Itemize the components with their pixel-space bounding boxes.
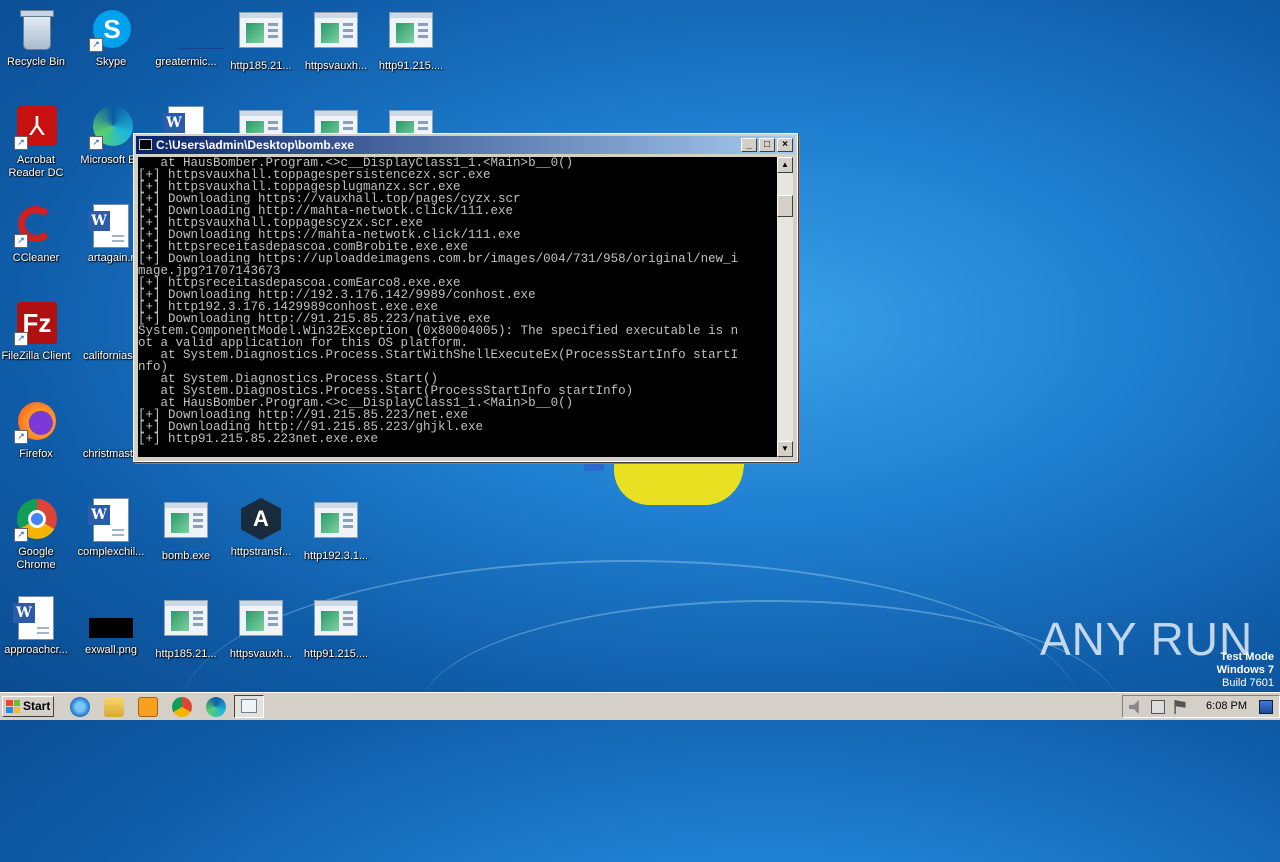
wallpaper-logo-yellow [608,455,746,505]
console-output[interactable]: at HausBomber.Program.<>c__DisplayClass1… [138,157,779,457]
word-document-icon: W [88,204,133,248]
executable-icon [164,600,208,644]
desktop-icon-approachcr[interactable]: W approachcr... [0,596,74,657]
filezilla-icon: Fz ↗ [14,302,58,346]
show-desktop-icon[interactable] [1259,700,1273,714]
desktop-icon-complexchil[interactable]: W complexchil... [73,498,149,559]
scroll-down-button[interactable]: ▼ [777,441,793,457]
taskbar-console-button[interactable] [234,695,264,718]
desktop-icon-http185-2[interactable]: http185.21... [148,596,224,661]
window-controls: _ □ × [741,138,793,152]
minimize-button[interactable]: _ [741,138,757,152]
executable-icon [164,502,208,546]
taskbar: Start 6:08 PM [0,692,1280,720]
console-line: at System.Diagnostics.Process.StartWithS… [138,348,739,362]
desktop-icon-bomb-exe[interactable]: bomb.exe [148,498,224,563]
volume-icon[interactable] [1129,700,1139,714]
console-taskbar-icon [241,699,257,713]
explorer-folder-icon[interactable] [104,697,124,717]
desktop-icon-filezilla[interactable]: Fz ↗ FileZilla Client [0,302,74,363]
windows-version-label: Windows 7 [1216,664,1274,676]
desktop-icon-skype[interactable]: S ↗ Skype [73,8,149,69]
network-icon[interactable] [1151,700,1165,714]
windows-logo-icon [6,700,20,713]
shortcut-arrow-icon: ↗ [14,332,28,346]
executable-icon [239,600,283,644]
shortcut-arrow-icon: ↗ [89,38,103,52]
firefox-icon: ↗ [14,400,58,444]
shortcut-arrow-icon: ↗ [89,136,103,150]
executable-icon [314,12,358,56]
action-center-flag-icon[interactable] [1174,700,1186,714]
windows-watermark: Test Mode Windows 7 Build 7601 [1217,651,1280,690]
desktop-icon-httpsvauxh[interactable]: httpsvauxh... [298,8,374,73]
system-tray: 6:08 PM [1122,695,1280,718]
word-document-icon: W [88,498,133,542]
desktop-icon-http185[interactable]: http185.21... [223,8,299,73]
vertical-scrollbar[interactable]: ▲ ▼ [777,157,793,457]
maximize-button[interactable]: □ [759,138,775,152]
desktop-icon-greatermic[interactable]: greatermic... [148,8,224,69]
clock[interactable]: 6:08 PM [1206,696,1247,717]
executable-icon [389,12,433,56]
desktop-icon-acrobat[interactable]: ⅄ ↗ Acrobat Reader DC [0,106,74,180]
edge-taskbar-icon[interactable] [206,697,226,717]
edge-icon: ↗ [89,106,133,150]
app-a-icon: A [239,498,283,542]
desktop-icon-firefox[interactable]: ↗ Firefox [0,400,74,461]
shortcut-arrow-icon: ↗ [14,528,28,542]
desktop-icon-httpstransf[interactable]: A httpstransf... [223,498,299,559]
build-label: Build 7601 [1222,677,1274,689]
ie-icon[interactable] [70,697,90,717]
recycle-bin-icon [14,8,58,52]
test-mode-label: Test Mode [1220,651,1274,663]
shortcut-arrow-icon: ↗ [14,136,28,150]
acrobat-icon: ⅄ ↗ [14,106,58,150]
media-player-icon[interactable] [138,697,158,717]
executable-icon [314,600,358,644]
chrome-taskbar-icon[interactable] [172,697,192,717]
desktop-icon-chrome[interactable]: ↗ Google Chrome [0,498,74,572]
word-document-icon: W [13,596,58,640]
console-title-bar[interactable]: C:\Users\admin\Desktop\bomb.exe [136,136,795,154]
shortcut-arrow-icon: ↗ [14,430,28,444]
desktop-icon-http91-2[interactable]: http91.215.... [298,596,374,661]
image-file-icon [89,596,133,640]
scroll-thumb[interactable] [777,195,793,217]
console-title: C:\Users\admin\Desktop\bomb.exe [156,138,355,152]
desktop-icon-exwall[interactable]: exwall.png [73,596,149,657]
start-label: Start [23,699,51,713]
desktop-icon-http192[interactable]: http192.3.1... [298,498,374,563]
skype-icon: S ↗ [89,8,133,52]
start-button[interactable]: Start [2,696,54,717]
scroll-up-button[interactable]: ▲ [777,157,793,173]
desktop-icon-httpsvauxh-2[interactable]: httpsvauxh... [223,596,299,661]
desktop-icon-recycle-bin[interactable]: Recycle Bin [0,8,74,69]
executable-icon [314,502,358,546]
desktop-icon-http91[interactable]: http91.215.... [373,8,449,73]
executable-icon [239,12,283,56]
console-window[interactable]: C:\Users\admin\Desktop\bomb.exe _ □ × at… [133,133,798,462]
console-app-icon [139,139,152,150]
ccleaner-icon: ↗ [14,204,58,248]
shortcut-arrow-icon: ↗ [14,234,28,248]
close-button[interactable]: × [777,138,793,152]
chrome-icon: ↗ [14,498,58,542]
desktop-icon-ccleaner[interactable]: ↗ CCleaner [0,204,74,265]
console-line: [+] http91.215.85.223net.exe.exe [138,432,379,446]
